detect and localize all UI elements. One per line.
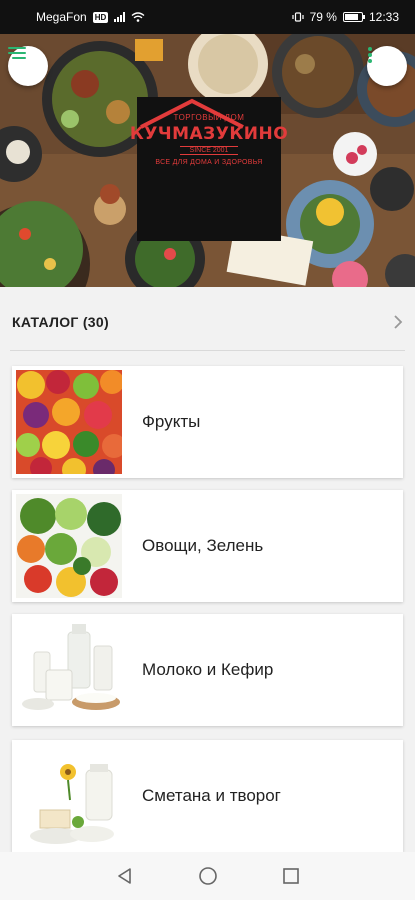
recents-button[interactable] <box>282 867 300 885</box>
category-card-milk[interactable]: Молоко и Кефир <box>12 614 403 726</box>
catalog-title: КАТАЛОГ (30) <box>12 314 109 330</box>
carrier-name: MegaFon <box>36 10 87 24</box>
clock: 12:33 <box>368 10 399 24</box>
more-options-button[interactable] <box>367 46 407 86</box>
battery-icon <box>342 12 365 22</box>
milk-image <box>16 618 122 722</box>
logo-since: SINCE 2001 <box>179 146 239 155</box>
category-label: Молоко и Кефир <box>142 660 274 679</box>
category-label: Фрукты <box>142 412 201 431</box>
category-label: Сметана и творог <box>142 786 281 805</box>
hero-banner: ТОРГОВЫЙ ДОМ КУЧМАЗУКИНО SINCE 2001 ВСЕ … <box>0 34 415 287</box>
home-button[interactable] <box>198 866 218 886</box>
vibrate-icon <box>292 12 304 22</box>
house-roof-icon <box>140 98 244 129</box>
back-button[interactable] <box>116 867 134 885</box>
home-circle-icon <box>198 867 217 885</box>
store-logo: ТОРГОВЫЙ ДОМ КУЧМАЗУКИНО SINCE 2001 ВСЕ … <box>130 97 288 241</box>
sour-cream-image <box>16 744 122 848</box>
chevron-right-icon <box>394 315 403 329</box>
catalog-header[interactable]: КАТАЛОГ (30) <box>0 287 415 357</box>
vertical-dots-icon <box>368 47 372 63</box>
battery-percent: 79 % <box>309 10 337 24</box>
recents-square-icon <box>282 868 299 884</box>
vegetables-image <box>16 494 122 598</box>
back-triangle-icon <box>117 868 131 884</box>
logo-tagline: ВСЕ ДЛЯ ДОМА И ЗДОРОВЬЯ <box>155 159 263 166</box>
network-badge: HD <box>92 11 109 23</box>
fruits-image <box>16 370 122 474</box>
menu-button[interactable] <box>8 46 48 86</box>
category-card-fruits[interactable]: Фрукты <box>12 366 403 478</box>
category-card-vegetables[interactable]: Овощи, Зелень <box>12 490 403 602</box>
hamburger-icon <box>8 47 26 59</box>
category-label: Овощи, Зелень <box>142 536 264 555</box>
category-card-sour-cream[interactable]: Сметана и творог <box>12 740 403 852</box>
divider <box>10 350 405 351</box>
wifi-icon <box>131 12 145 22</box>
status-bar: MegaFon HD 79 % 12:33 <box>0 0 415 34</box>
system-navigation-bar <box>0 852 415 900</box>
signal-icon <box>114 12 126 22</box>
